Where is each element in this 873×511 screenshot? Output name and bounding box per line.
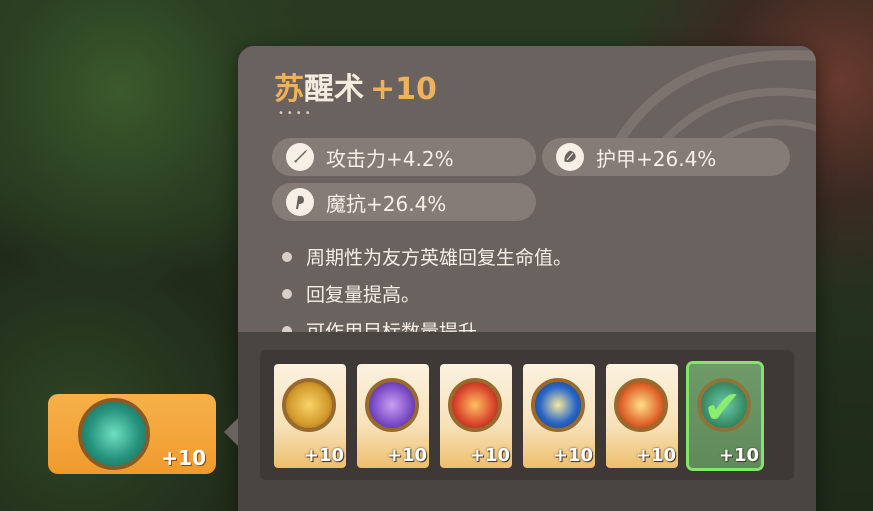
emblem-level: +10 [635, 445, 676, 466]
equipped-emblem-slot[interactable]: +10 [48, 394, 216, 474]
emblem-option-4[interactable]: +10 [523, 364, 595, 468]
emblem-level: +10 [469, 445, 510, 466]
emblem-slot-bar: +10 +10 +10 +10 +10 ✔ +10 [260, 350, 794, 480]
checkmark-icon: ✔ [703, 380, 742, 434]
stat-magic-resist: 魔抗+26.4% [272, 183, 536, 221]
emblem-selection-tray: +10 +10 +10 +10 +10 ✔ +10 [238, 332, 816, 511]
effect-text: 回复量提高。 [306, 284, 421, 306]
bullet-dot [282, 251, 292, 262]
tooltip-pointer [224, 418, 238, 446]
purple-star-emblem-icon [365, 378, 419, 432]
equipped-emblem-level: +10 [161, 446, 206, 470]
sword-icon [286, 143, 314, 171]
yellow-shield-emblem-icon [282, 378, 336, 432]
skill-title-rest: 醒术 [304, 72, 364, 107]
effect-item: 回复量提高。 [282, 275, 782, 312]
bullet-dot [282, 288, 292, 299]
emblem-option-6-selected[interactable]: ✔ +10 [686, 361, 764, 471]
title-divider-dots: •••• [278, 108, 314, 119]
stat-attack: 攻击力+4.2% [272, 138, 536, 176]
skill-title: 苏醒术 +10 [274, 64, 437, 108]
skill-level: +10 [370, 72, 437, 107]
stat-magic-resist-label: 魔抗+26.4% [326, 191, 447, 216]
emblem-option-1[interactable]: +10 [274, 364, 346, 468]
effect-text: 可作用目标数量提升。 [306, 321, 497, 332]
green-heal-emblem-icon [78, 398, 150, 470]
red-flame-emblem-icon [448, 378, 502, 432]
orange-comet-emblem-icon [614, 378, 668, 432]
emblem-option-2[interactable]: +10 [357, 364, 429, 468]
armor-icon [556, 143, 584, 171]
skill-title-first-char: 苏 [274, 72, 304, 107]
effect-text: 周期性为友方英雄回复生命值。 [306, 247, 573, 269]
stat-armor: 护甲+26.4% [542, 138, 790, 176]
effect-item: 周期性为友方英雄回复生命值。 [282, 238, 782, 275]
emblem-option-3[interactable]: +10 [440, 364, 512, 468]
emblem-level: +10 [552, 445, 593, 466]
emblem-option-5[interactable]: +10 [606, 364, 678, 468]
effect-item: 可作用目标数量提升。 [282, 312, 782, 332]
emblem-level: +10 [386, 445, 427, 466]
effect-list: 周期性为友方英雄回复生命值。 回复量提高。 可作用目标数量提升。 [282, 238, 782, 332]
skill-tooltip-panel: 苏醒术 +10 •••• 攻击力+4.2% 护甲+26.4% 魔抗+26.4% 周… [238, 46, 816, 511]
stat-armor-label: 护甲+26.4% [596, 146, 717, 171]
blue-vortex-emblem-icon [531, 378, 585, 432]
emblem-level: +10 [718, 445, 759, 466]
stat-attack-label: 攻击力+4.2% [326, 146, 454, 171]
emblem-level: +10 [303, 445, 344, 466]
magic-resist-icon [286, 188, 314, 216]
